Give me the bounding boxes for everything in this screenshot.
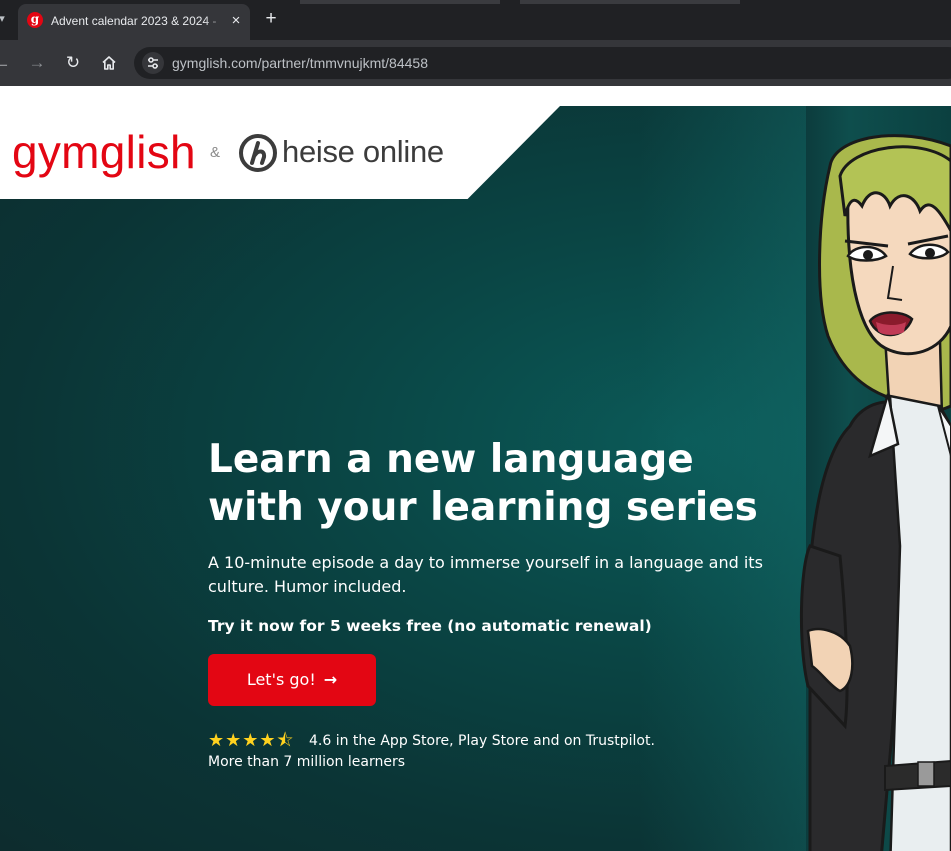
- lets-go-label: Let's go!: [246, 670, 316, 689]
- learners-count: More than 7 million learners: [208, 754, 405, 770]
- hero-subline: A 10-minute episode a day to immerse you…: [208, 553, 763, 596]
- character-illustration: [799, 134, 951, 851]
- reload-button[interactable]: ↻: [61, 51, 85, 75]
- url-text[interactable]: gymglish.com/partner/tmmvnujkmt/84458: [172, 54, 428, 72]
- tab-title: Advent calendar 2023 & 2024 - S: [51, 14, 219, 28]
- browser-tab-strip: ▾ g Advent calendar 2023 & 2024 - S × +: [0, 0, 951, 40]
- background-tab-edge: [300, 0, 500, 4]
- arrow-right-icon: →: [323, 670, 338, 689]
- tab-search-chevron-icon[interactable]: ▾: [0, 8, 10, 30]
- logo-ampersand: &: [210, 144, 221, 161]
- address-bar[interactable]: gymglish.com/partner/tmmvnujkmt/84458: [134, 47, 951, 79]
- tab-close-icon[interactable]: ×: [227, 12, 245, 30]
- logo-bar: gymglish & heise online: [0, 106, 560, 199]
- site-info-tune-icon[interactable]: [142, 52, 164, 74]
- heise-online-logo[interactable]: heise online: [282, 131, 444, 173]
- rating-text: 4.6 in the App Store, Play Store and on …: [309, 733, 655, 749]
- web-page: gymglish & heise online Learn a new lang…: [0, 86, 951, 851]
- active-tab[interactable]: g Advent calendar 2023 & 2024 - S ×: [18, 4, 250, 40]
- forward-button[interactable]: →: [25, 51, 49, 75]
- gymglish-logo[interactable]: gymglish: [12, 126, 196, 178]
- new-tab-button[interactable]: +: [260, 8, 282, 30]
- heise-logo-icon: [239, 134, 277, 172]
- free-trial-offer: Try it now for 5 weeks free (no automati…: [208, 617, 652, 635]
- lets-go-button[interactable]: Let's go! →: [208, 654, 376, 706]
- gymglish-favicon-icon: g: [27, 12, 43, 28]
- back-button[interactable]: ←: [0, 51, 14, 75]
- home-icon: [102, 56, 116, 70]
- background-tab-edge: [520, 0, 740, 4]
- home-button[interactable]: [97, 51, 121, 75]
- rating-stars-icon: ★★★★⯪: [208, 730, 295, 750]
- browser-toolbar: ← → ↻ gymglish.com/partner/tmmvnujkmt/84…: [0, 40, 951, 86]
- hero-headline: Learn a new language with your learning …: [208, 437, 758, 530]
- tab-title-fade: [204, 10, 226, 32]
